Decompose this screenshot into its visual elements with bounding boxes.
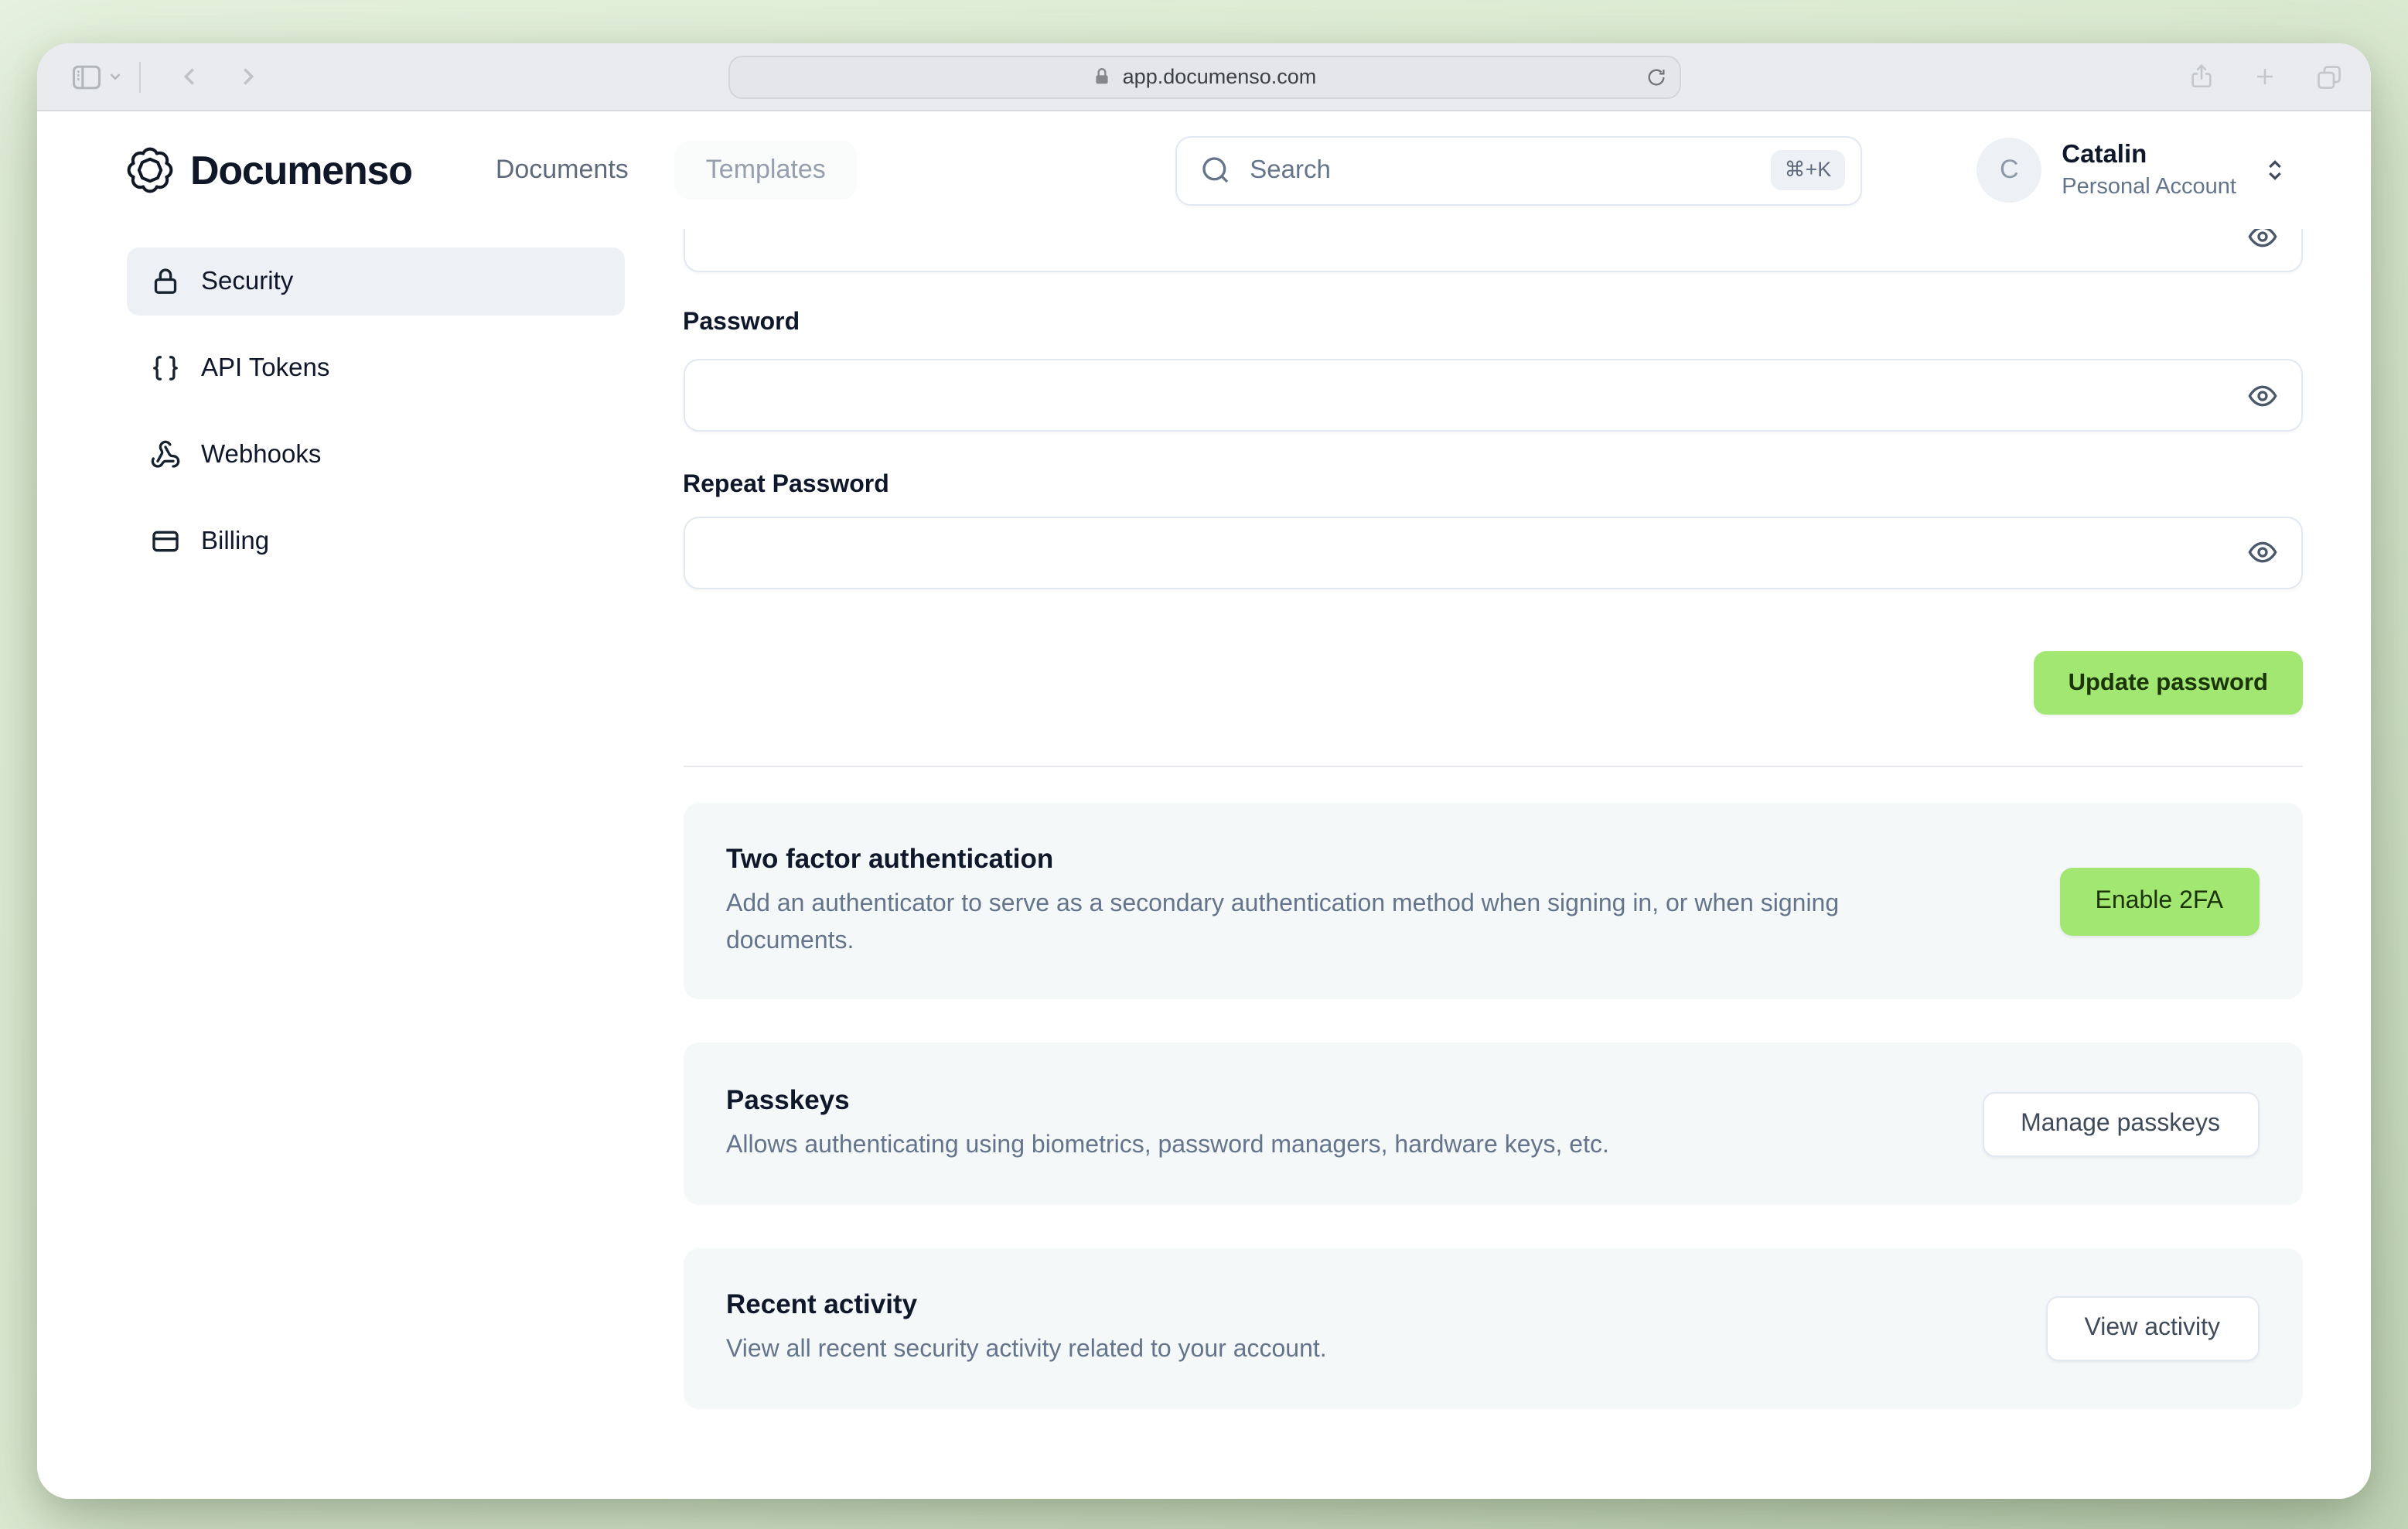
- two-factor-description: Add an authenticator to serve as a secon…: [726, 891, 1840, 954]
- manage-passkeys-button[interactable]: Manage passkeys: [1982, 1091, 2259, 1156]
- password-label: Password: [683, 309, 800, 336]
- section-divider: [683, 765, 2302, 766]
- two-factor-title: Two factor authentication: [726, 843, 1054, 874]
- new-tab-icon[interactable]: [2252, 63, 2278, 90]
- two-factor-card: Two factor authentication Add an authent…: [683, 803, 2302, 999]
- view-activity-button[interactable]: View activity: [2045, 1296, 2259, 1361]
- toolbar-separator: [139, 61, 141, 92]
- brand-logo[interactable]: Documenso: [124, 144, 413, 196]
- lock-icon: [154, 268, 177, 294]
- eye-icon[interactable]: [2246, 380, 2277, 411]
- enable-2fa-button[interactable]: Enable 2FA: [2059, 867, 2259, 935]
- settings-page: Security API Tokens Webhooks Billing Pas…: [37, 229, 2371, 1499]
- back-icon[interactable]: [175, 62, 204, 91]
- recent-activity-description: View all recent security activity relate…: [726, 1336, 1327, 1363]
- tabs-icon[interactable]: [2315, 63, 2343, 90]
- settings-sidebar: Security API Tokens Webhooks Billing: [127, 247, 625, 575]
- account-type: Personal Account: [2062, 174, 2236, 200]
- tls-lock-icon: [1092, 67, 1112, 87]
- eye-icon[interactable]: [2246, 229, 2277, 251]
- sidebar-item-label: API Tokens: [201, 353, 330, 381]
- recent-activity-card: Recent activity View all recent security…: [683, 1248, 2302, 1409]
- repeat-password-field: [683, 516, 2302, 589]
- passkeys-title: Passkeys: [726, 1084, 850, 1115]
- main-nav: Documents Templates: [496, 141, 857, 200]
- search-shortcut-badge: ⌘+K: [1770, 150, 1846, 190]
- passkeys-card: Passkeys Allows authenticating using bio…: [683, 1043, 2302, 1205]
- password-input[interactable]: [684, 360, 2301, 430]
- chevrons-up-down-icon: [2263, 158, 2287, 183]
- sidebar-item-security[interactable]: Security: [127, 247, 625, 316]
- password-field: [683, 359, 2302, 432]
- credit-card-icon: [152, 531, 179, 552]
- address-url: app.documenso.com: [1122, 65, 1317, 88]
- sidebar-item-label: Security: [201, 267, 294, 295]
- repeat-password-label: Repeat Password: [683, 472, 889, 498]
- sidebar-item-label: Webhooks: [201, 440, 322, 468]
- recent-activity-title: Recent activity: [726, 1288, 918, 1320]
- sidebar-item-billing[interactable]: Billing: [127, 507, 625, 575]
- braces-icon: [153, 356, 178, 381]
- desktop-background: app.documenso.com Documenso Documents Te…: [0, 0, 2408, 1529]
- account-menu[interactable]: C Catalin Personal Account: [1977, 138, 2287, 203]
- sidebar-chevron-down-icon[interactable]: [107, 68, 124, 85]
- address-bar[interactable]: app.documenso.com: [728, 55, 1680, 98]
- share-icon[interactable]: [2188, 62, 2215, 91]
- eye-icon[interactable]: [2246, 537, 2277, 568]
- passkeys-description: Allows authenticating using biometrics, …: [726, 1131, 1609, 1159]
- sidebar-toggle-icon[interactable]: [68, 60, 105, 94]
- search-placeholder: Search: [1250, 155, 1331, 183]
- nav-templates[interactable]: Templates: [674, 141, 857, 200]
- forward-icon[interactable]: [234, 62, 263, 91]
- repeat-password-input[interactable]: [684, 517, 2301, 587]
- current-password-field: [683, 229, 2302, 272]
- search-input[interactable]: Search ⌘+K: [1175, 135, 1863, 205]
- search-icon: [1200, 155, 1231, 186]
- webhook-icon: [151, 440, 180, 468]
- brand-name: Documenso: [190, 146, 413, 193]
- avatar: C: [1977, 138, 2042, 203]
- sidebar-item-api-tokens[interactable]: API Tokens: [127, 334, 625, 402]
- account-name: Catalin: [2062, 141, 2147, 169]
- current-password-input[interactable]: [684, 229, 2301, 271]
- browser-window: app.documenso.com Documenso Documents Te…: [37, 43, 2371, 1499]
- update-password-button[interactable]: Update password: [2034, 651, 2302, 715]
- documenso-logo-icon: [124, 144, 176, 196]
- browser-toolbar: app.documenso.com: [37, 43, 2371, 111]
- nav-documents[interactable]: Documents: [496, 155, 629, 186]
- sidebar-item-webhooks[interactable]: Webhooks: [127, 421, 625, 489]
- sidebar-item-label: Billing: [201, 527, 270, 555]
- reload-icon[interactable]: [1645, 66, 1666, 87]
- app-header: Documenso Documents Templates Search ⌘+K…: [37, 111, 2371, 229]
- security-content: Password Repeat Password Update password: [683, 229, 2302, 1499]
